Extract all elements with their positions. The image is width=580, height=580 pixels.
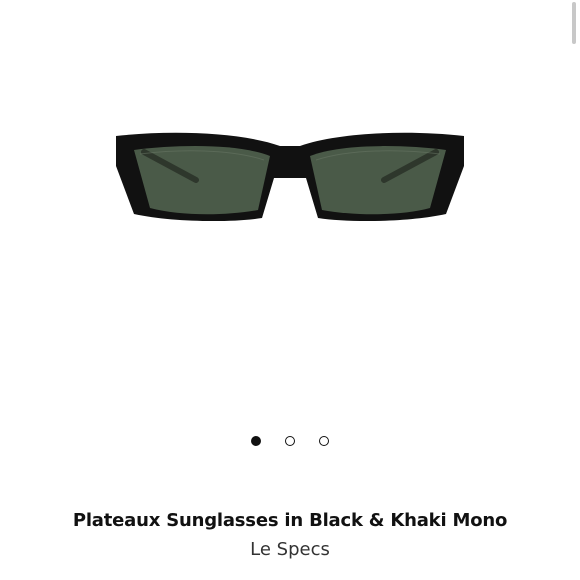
carousel-dot-2[interactable]: [285, 436, 295, 446]
carousel-dot-1[interactable]: [251, 436, 261, 446]
sunglasses-icon: [116, 132, 464, 222]
product-image[interactable]: [0, 0, 580, 405]
carousel-dot-3[interactable]: [319, 436, 329, 446]
product-brand[interactable]: Le Specs: [0, 539, 580, 560]
product-title: Plateaux Sunglasses in Black & Khaki Mon…: [72, 510, 508, 531]
carousel-dots: [0, 433, 580, 449]
scrollbar[interactable]: [572, 2, 576, 44]
